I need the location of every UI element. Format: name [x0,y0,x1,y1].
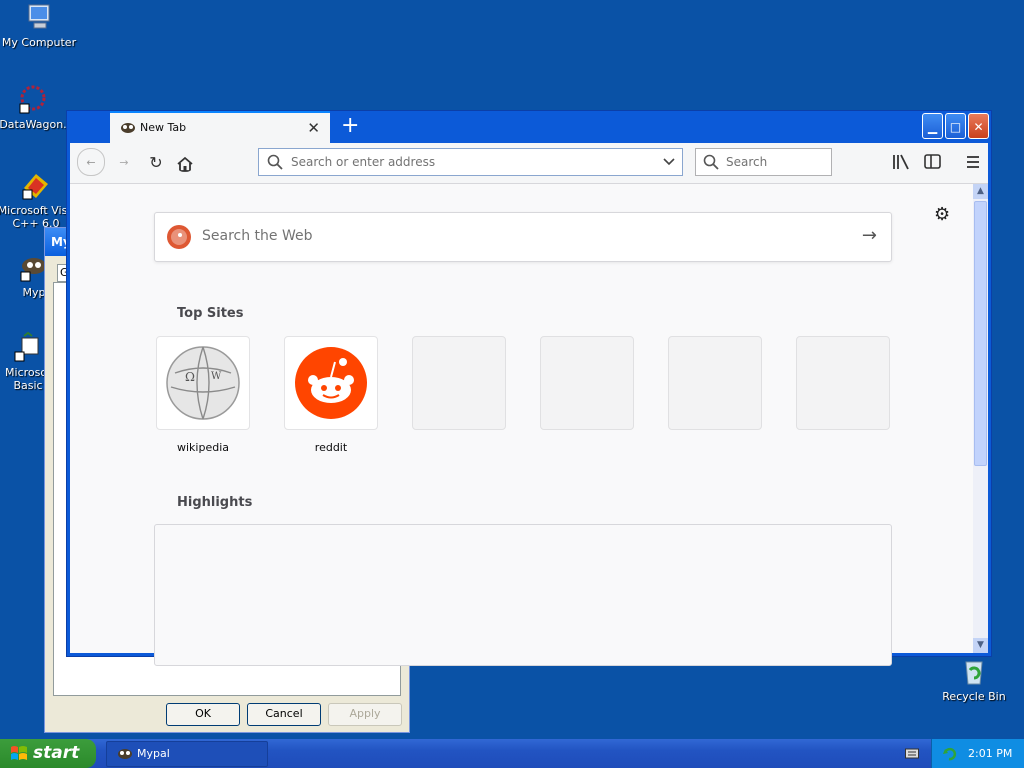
clock: 2:01 PM [968,747,1013,760]
top-site-tile-wikipedia[interactable]: Ω W [156,336,250,430]
desktop-icon-my-computer[interactable]: My Computer [0,2,78,49]
navigation-toolbar: ← → ↻ Search or enter address Search [70,143,988,184]
network-icon[interactable] [942,745,958,761]
forward-arrow-icon[interactable]: → [111,150,137,176]
datawagon-icon [19,85,46,114]
taskbar-item-mypal[interactable]: Mypal [106,741,268,767]
top-site-tile-empty[interactable] [540,336,634,430]
address-bar[interactable]: Search or enter address [258,148,683,176]
search-icon [703,154,719,170]
highlights-heading: Highlights [177,495,253,510]
windows-logo-icon [11,746,27,760]
ok-button[interactable]: OK [166,703,240,726]
search-placeholder: Search [726,155,768,169]
desktop-icon-visual-cpp[interactable]: Microsoft Visu C++ 6.0 [0,170,75,230]
web-search-placeholder: Search the Web [202,228,313,244]
svg-text:Ω: Ω [185,370,195,384]
desktop-icon-label: My Computer [1,36,77,49]
arrow-right-icon[interactable]: → [862,225,877,246]
computer-icon [28,4,50,29]
menu-icon[interactable] [965,154,981,170]
search-icon [267,154,283,170]
top-site-tile-empty[interactable] [668,336,762,430]
chevron-down-icon[interactable] [662,154,676,168]
desktop-icon-label: Recycle Bin [942,690,1006,703]
svg-text:W: W [211,371,222,382]
top-site-tile-empty[interactable] [412,336,506,430]
mypal-icon [118,749,132,759]
taskbar: start Mypal 2:01 PM [0,739,1024,768]
visual-cpp-icon [22,174,48,200]
minimize-icon[interactable]: ▁ [922,113,943,139]
library-icon[interactable] [892,154,910,170]
maximize-icon[interactable]: □ [945,113,966,139]
gear-icon[interactable]: ⚙ [934,204,950,225]
reddit-icon [295,347,367,419]
address-placeholder: Search or enter address [291,155,436,169]
close-tab-icon[interactable]: ✕ [307,119,320,137]
wikipedia-icon: Ω W [166,346,240,420]
cancel-button[interactable]: Cancel [247,703,321,726]
top-site-tile-reddit[interactable] [284,336,378,430]
new-tab-icon[interactable]: + [341,113,359,139]
scroll-down-icon[interactable]: ▼ [973,638,988,653]
system-tray: 2:01 PM [931,739,1024,768]
scroll-up-icon[interactable]: ▲ [973,184,988,199]
search-bar[interactable]: Search [695,148,832,176]
visual-basic-icon [14,332,39,362]
back-arrow-icon[interactable]: ← [77,148,105,176]
desktop-icon-datawagon[interactable]: DataWagon. [0,84,72,131]
top-sites-heading: Top Sites [177,306,244,321]
close-window-icon[interactable]: ✕ [968,113,989,139]
keyboard-icon[interactable] [905,747,919,759]
taskbar-item-label: Mypal [137,747,170,760]
mypal-favicon-icon [121,123,135,133]
web-search-box[interactable]: Search the Web → [154,212,892,262]
start-button[interactable]: start [0,739,96,768]
vertical-scrollbar[interactable]: ▲ ▼ [973,184,988,653]
top-site-tile-empty[interactable] [796,336,890,430]
sidebar-icon[interactable] [924,154,942,170]
tab-new-tab[interactable]: New Tab ✕ [110,111,330,143]
desktop-icon-recycle-bin[interactable]: Recycle Bin [935,656,1013,703]
reload-icon[interactable]: ↻ [143,150,169,176]
start-label: start [33,743,80,763]
tab-title: New Tab [140,121,187,134]
browser-window: New Tab ✕ + ▁ □ ✕ ← → ↻ Search or enter … [66,110,992,666]
apply-button[interactable]: Apply [328,703,402,726]
recycle-bin-icon [965,661,983,685]
scrollbar-thumb[interactable] [974,201,987,466]
highlights-box [154,524,892,666]
home-icon[interactable] [176,156,194,172]
duckduckgo-icon [167,225,191,249]
top-site-label: reddit [314,441,348,454]
desktop-icon-label: Microsoft Visu [0,204,75,217]
top-site-label: wikipedia [176,441,229,454]
desktop-icon-label: DataWagon. [0,118,67,131]
new-tab-page: ⚙ Search the Web → Top Sites Ω W wikiped… [70,184,973,666]
tab-bar: New Tab ✕ + ▁ □ ✕ [67,111,991,143]
